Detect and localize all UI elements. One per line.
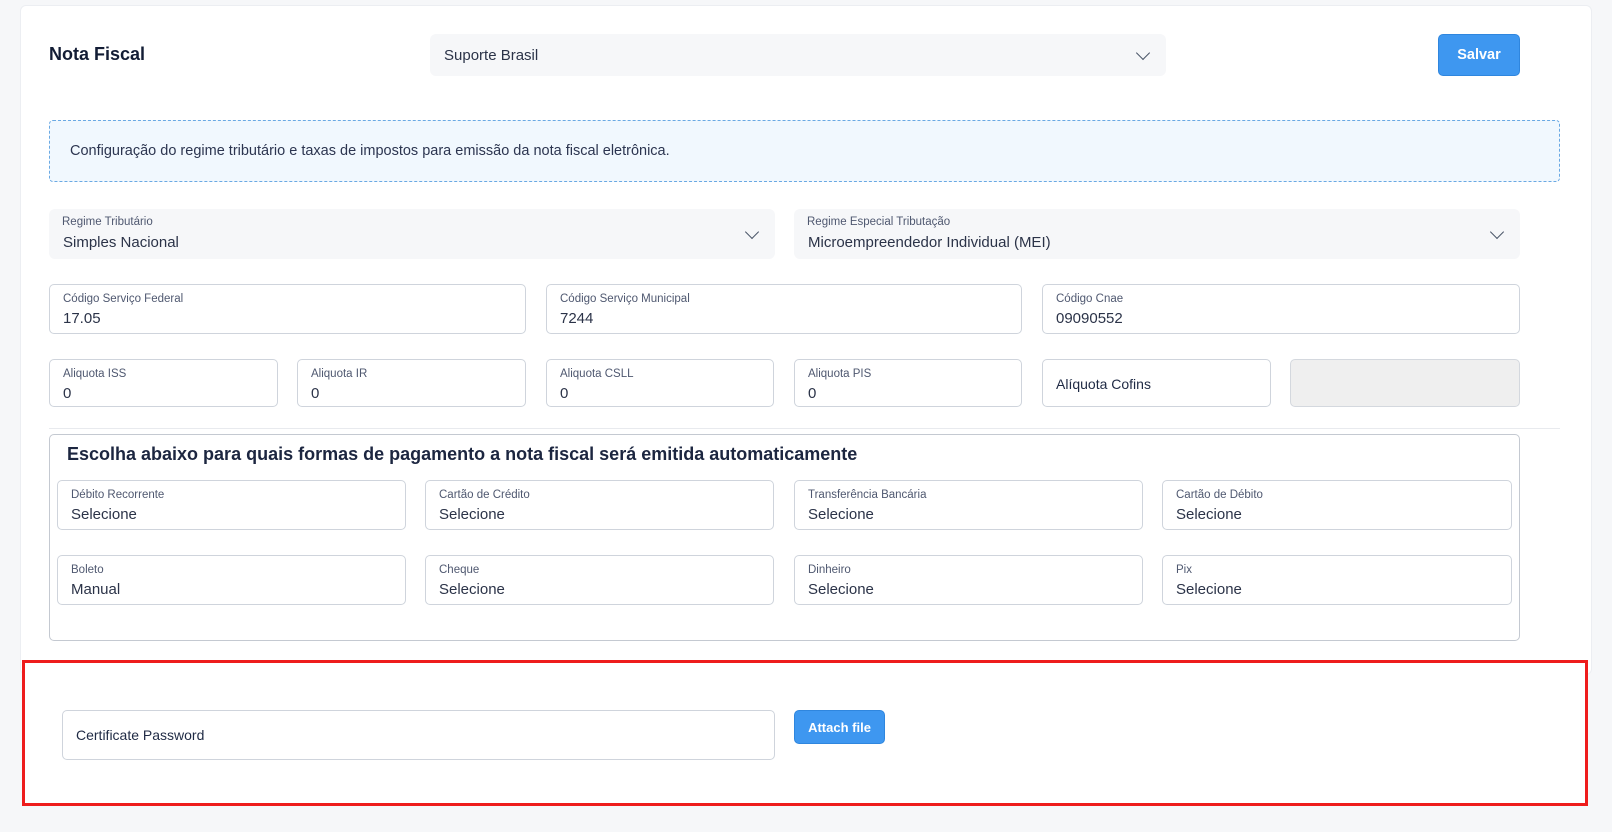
company-select[interactable]: Suporte Brasil: [430, 34, 1166, 76]
chevron-down-icon: [1135, 45, 1151, 61]
aliquota-cofins-input[interactable]: Alíquota Cofins: [1042, 359, 1271, 407]
codigo-cnae-value: 09090552: [1056, 310, 1123, 327]
regime-tributario-value: Simples Nacional: [63, 234, 179, 251]
pix-select[interactable]: Pix Selecione: [1162, 555, 1512, 605]
cheque-select[interactable]: Cheque Selecione: [425, 555, 774, 605]
aliquota-ir-value: 0: [311, 385, 320, 402]
save-button[interactable]: Salvar: [1438, 34, 1520, 76]
regime-tributario-select[interactable]: Regime Tributário Simples Nacional: [49, 209, 775, 259]
chevron-down-icon: [1489, 224, 1505, 240]
aliquota-csll-value: 0: [560, 385, 569, 402]
disabled-field: [1290, 359, 1520, 407]
debito-recorrente-select[interactable]: Débito Recorrente Selecione: [57, 480, 406, 530]
payment-methods-box: Escolha abaixo para quais formas de paga…: [49, 434, 1520, 641]
boleto-label: Boleto: [71, 564, 104, 576]
info-banner-text: Configuração do regime tributário e taxa…: [70, 143, 670, 159]
regime-especial-value: Microempreendedor Individual (MEI): [808, 234, 1051, 251]
debito-recorrente-label: Débito Recorrente: [71, 489, 165, 501]
codigo-servico-federal-value: 17.05: [63, 310, 101, 327]
transferencia-bancaria-select[interactable]: Transferência Bancária Selecione: [794, 480, 1143, 530]
aliquota-iss-field[interactable]: Aliquota ISS 0: [49, 359, 278, 407]
codigo-cnae-label: Código Cnae: [1056, 293, 1124, 305]
cartao-debito-select[interactable]: Cartão de Débito Selecione: [1162, 480, 1512, 530]
company-select-value: Suporte Brasil: [444, 47, 539, 64]
codigo-servico-municipal-label: Código Serviço Municipal: [560, 293, 690, 305]
codigo-servico-municipal-field[interactable]: Código Serviço Municipal 7244: [546, 284, 1022, 334]
info-banner: Configuração do regime tributário e taxa…: [49, 120, 1560, 182]
codigo-servico-federal-label: Código Serviço Federal: [63, 293, 184, 305]
dinheiro-select[interactable]: Dinheiro Selecione: [794, 555, 1143, 605]
certificate-password-input[interactable]: Certificate Password: [62, 710, 775, 760]
codigo-servico-municipal-value: 7244: [560, 310, 594, 327]
aliquota-pis-label: Aliquota PIS: [808, 368, 872, 380]
dinheiro-value: Selecione: [808, 581, 874, 598]
payment-methods-heading: Escolha abaixo para quais formas de paga…: [67, 444, 858, 464]
section-divider: [49, 428, 1560, 429]
codigo-cnae-field[interactable]: Código Cnae 09090552: [1042, 284, 1520, 334]
cheque-value: Selecione: [439, 581, 505, 598]
cartao-credito-value: Selecione: [439, 506, 505, 523]
codigo-servico-federal-field[interactable]: Código Serviço Federal 17.05: [49, 284, 526, 334]
boleto-select[interactable]: Boleto Manual: [57, 555, 406, 605]
regime-especial-select[interactable]: Regime Especial Tributação Microempreend…: [794, 209, 1520, 259]
cartao-debito-value: Selecione: [1176, 506, 1242, 523]
transferencia-bancaria-value: Selecione: [808, 506, 874, 523]
cheque-label: Cheque: [439, 564, 480, 576]
page-title: Nota Fiscal: [49, 44, 146, 64]
aliquota-pis-value: 0: [808, 385, 817, 402]
aliquota-csll-label: Aliquota CSLL: [560, 368, 634, 380]
aliquota-cofins-placeholder: Alíquota Cofins: [1056, 376, 1151, 392]
aliquota-ir-label: Aliquota IR: [311, 368, 368, 380]
dinheiro-label: Dinheiro: [808, 564, 851, 576]
aliquota-pis-field[interactable]: Aliquota PIS 0: [794, 359, 1022, 407]
cartao-debito-label: Cartão de Débito: [1176, 489, 1263, 501]
boleto-value: Manual: [71, 581, 121, 598]
regime-especial-label: Regime Especial Tributação: [807, 216, 951, 228]
pix-value: Selecione: [1176, 581, 1242, 598]
pix-label: Pix: [1176, 564, 1192, 576]
aliquota-iss-label: Aliquota ISS: [63, 368, 127, 380]
cartao-credito-label: Cartão de Crédito: [439, 489, 530, 501]
aliquota-iss-value: 0: [63, 385, 72, 402]
regime-tributario-label: Regime Tributário: [62, 216, 153, 228]
debito-recorrente-value: Selecione: [71, 506, 137, 523]
certificate-password-placeholder: Certificate Password: [76, 727, 205, 743]
chevron-down-icon: [744, 224, 760, 240]
aliquota-ir-field[interactable]: Aliquota IR 0: [297, 359, 526, 407]
cartao-credito-select[interactable]: Cartão de Crédito Selecione: [425, 480, 774, 530]
aliquota-csll-field[interactable]: Aliquota CSLL 0: [546, 359, 774, 407]
transferencia-bancaria-label: Transferência Bancária: [808, 489, 927, 501]
attach-file-button[interactable]: Attach file: [794, 710, 885, 744]
